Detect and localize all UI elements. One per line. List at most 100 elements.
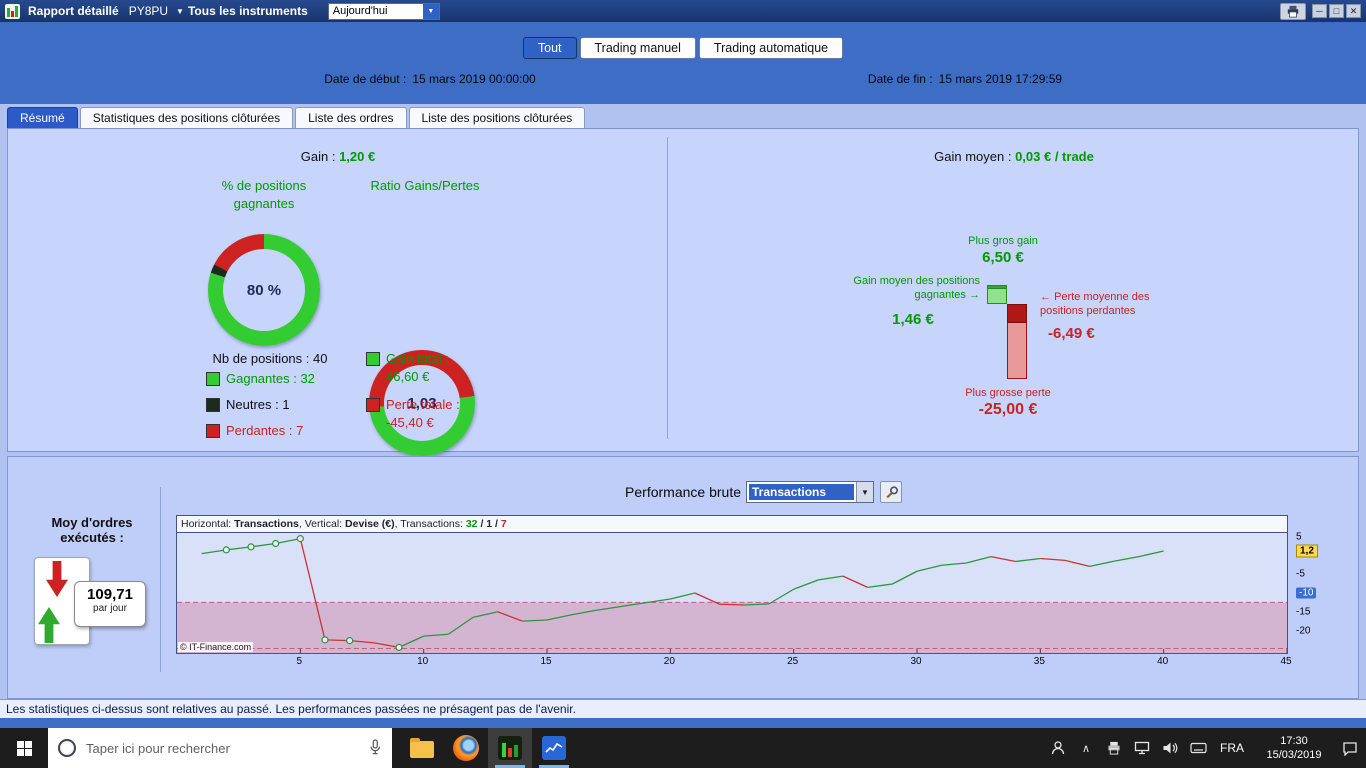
info-losses: 7: [500, 518, 507, 530]
instruments-dropdown[interactable]: ▼ Tous les instruments: [176, 4, 308, 18]
legend-swatch-perdantes: [206, 423, 220, 438]
tab-tout[interactable]: Tout: [522, 37, 577, 59]
y-tick-label: 5: [1296, 531, 1302, 543]
volume-icon[interactable]: [1158, 728, 1182, 768]
start-button[interactable]: [0, 728, 48, 768]
nb-positions: Nb de positions : 40: [212, 351, 328, 366]
y-tick-label: -20: [1296, 625, 1311, 636]
date-start: Date de début : 15 mars 2019 00:00:00: [255, 72, 605, 86]
close-button[interactable]: ✕: [1346, 4, 1361, 18]
max-loss-label: Plus grosse perte: [965, 387, 1051, 399]
chart-copyright: © IT-Finance.com: [178, 642, 254, 652]
gain-value: 1,20 €: [339, 149, 376, 164]
max-gain-bar: [987, 284, 1007, 304]
restore-button[interactable]: □: [1329, 4, 1344, 18]
x-tick-label: 25: [787, 656, 799, 667]
system-tray: ∧ FRA 17:30 15/03/2019: [1046, 728, 1366, 768]
legend-label-neutres: Neutres : 1: [226, 397, 290, 412]
legend-perdantes: Perdantes : 7: [206, 423, 315, 438]
x-tick-label: 20: [663, 656, 675, 667]
tab-liste-positions[interactable]: Liste des positions clôturées: [408, 107, 586, 128]
gain-total-swatch: [366, 351, 380, 366]
account-label[interactable]: PY8PU: [129, 4, 168, 18]
max-gain-label: Plus gros gain: [968, 235, 1038, 247]
winrate-donut-chart: 80 %: [208, 234, 320, 346]
clock-date: 15/03/2019: [1266, 749, 1322, 761]
legend-swatch-gagnantes: [206, 371, 220, 386]
firefox-button[interactable]: [444, 728, 488, 768]
positions-legend: Gagnantes : 32 Neutres : 1 Perdantes : 7: [206, 371, 315, 449]
avg-gain-bar-segment: [987, 284, 1007, 289]
x-axis-labels: 5 10 15 20 25 30 35 40 45: [176, 656, 1292, 670]
action-center-icon[interactable]: [1338, 728, 1362, 768]
legend-label-perdantes: Perdantes : 7: [226, 423, 304, 438]
x-tick-label: 15: [540, 656, 552, 667]
disclaimer-bar: Les statistiques ci-dessus sont relative…: [0, 699, 1366, 718]
perte-totale-value: -45,40 €: [386, 415, 434, 430]
x-tick-label: 35: [1033, 656, 1045, 667]
trading-app-button[interactable]: [488, 728, 532, 768]
taskbar-search[interactable]: Taper ici pour rechercher: [48, 728, 392, 768]
tray-chevron-up[interactable]: ∧: [1074, 728, 1098, 768]
chart-settings-button[interactable]: [880, 481, 902, 503]
avg-gain-label-block: Gain moyen des positions gagnantes →: [830, 275, 980, 303]
legend-swatch-neutres: [206, 397, 220, 412]
keyboard-icon[interactable]: [1186, 728, 1210, 768]
x-tick-label: 10: [417, 656, 429, 667]
performance-panel: Performance brute Transactions ▼ Moy d'o…: [7, 456, 1359, 699]
avg-loss-bar-segment: [1007, 304, 1027, 324]
search-placeholder: Taper ici pour rechercher: [86, 740, 230, 756]
taskbar: Taper ici pour rechercher ∧ FRA 17:30 15…: [0, 728, 1366, 768]
windows-logo-icon: [16, 740, 32, 756]
chart-settings-icon: [885, 485, 898, 498]
printer-icon: [1287, 5, 1299, 18]
info-wins: 32: [465, 518, 478, 530]
perte-totale-swatch: [366, 397, 380, 412]
gain-row: Gain : 1,20 €: [8, 149, 668, 164]
tab-statistiques[interactable]: Statistiques des positions clôturées: [79, 107, 294, 128]
chevron-down-icon: ▼: [861, 487, 869, 497]
y-tick-label: -5: [1296, 568, 1305, 580]
clock-time: 17:30: [1280, 734, 1308, 747]
period-select[interactable]: Aujourd'hui ▼: [327, 2, 440, 20]
microphone-icon[interactable]: [368, 738, 382, 759]
date-start-label: Date de début :: [324, 72, 407, 86]
tab-liste-ordres[interactable]: Liste des ordres: [295, 107, 407, 128]
print-button[interactable]: [1280, 2, 1306, 20]
report-tabs: Résumé Statistiques des positions clôtur…: [7, 107, 586, 128]
cortana-icon: [58, 739, 76, 757]
tab-trading-automatique[interactable]: Trading automatique: [698, 37, 844, 59]
info-transactions-label: Transactions:: [400, 518, 466, 530]
y-tick-label: -15: [1296, 606, 1311, 618]
winrate-value: 80 %: [246, 281, 282, 299]
max-gain-value: 6,50 €: [982, 249, 1024, 266]
metric-select-arrow-button[interactable]: ▼: [856, 482, 873, 502]
report-window-button[interactable]: [532, 728, 576, 768]
chart-info-bar: Horizontal: Transactions, Vertical: Devi…: [177, 516, 1287, 533]
file-explorer-button[interactable]: [400, 728, 444, 768]
avg-loss-value: -6,49 €: [1048, 325, 1095, 342]
perte-totale-label: Perte totale :: [386, 397, 460, 412]
gain-moyen-value: 0,03 € / trade: [1015, 149, 1094, 164]
tray-display-icon[interactable]: [1130, 728, 1154, 768]
max-loss-bar: [1007, 304, 1027, 379]
language-indicator[interactable]: FRA: [1214, 741, 1250, 755]
performance-title: Performance brute: [625, 484, 741, 500]
people-icon[interactable]: [1046, 728, 1070, 768]
tab-resume[interactable]: Résumé: [7, 107, 78, 128]
clock[interactable]: 17:30 15/03/2019: [1254, 734, 1334, 763]
tab-trading-manuel[interactable]: Trading manuel: [579, 37, 696, 59]
minimize-button[interactable]: ─: [1312, 4, 1327, 18]
info-sep: /: [477, 518, 487, 530]
mode-tabs: Tout Trading manuel Trading automatique: [0, 37, 1366, 59]
gain-moyen-row: Gain moyen : 0,03 € / trade: [674, 149, 1354, 164]
period-select-arrow-button[interactable]: ▼: [422, 3, 439, 19]
equity-plot-area: © IT-Finance.com: [177, 533, 1287, 653]
perte-totale-block: Perte totale : -45,40 €: [366, 397, 506, 430]
performance-metric-select[interactable]: Transactions ▼: [746, 481, 874, 503]
gain-moyen-label: Gain moyen :: [934, 149, 1012, 164]
gain-total-block: Gain total : 46,60 €: [366, 351, 506, 384]
x-tick-label: 45: [1280, 656, 1292, 667]
ratio-title: Ratio Gains/Pertes: [370, 178, 480, 193]
tray-printer-icon[interactable]: [1102, 728, 1126, 768]
